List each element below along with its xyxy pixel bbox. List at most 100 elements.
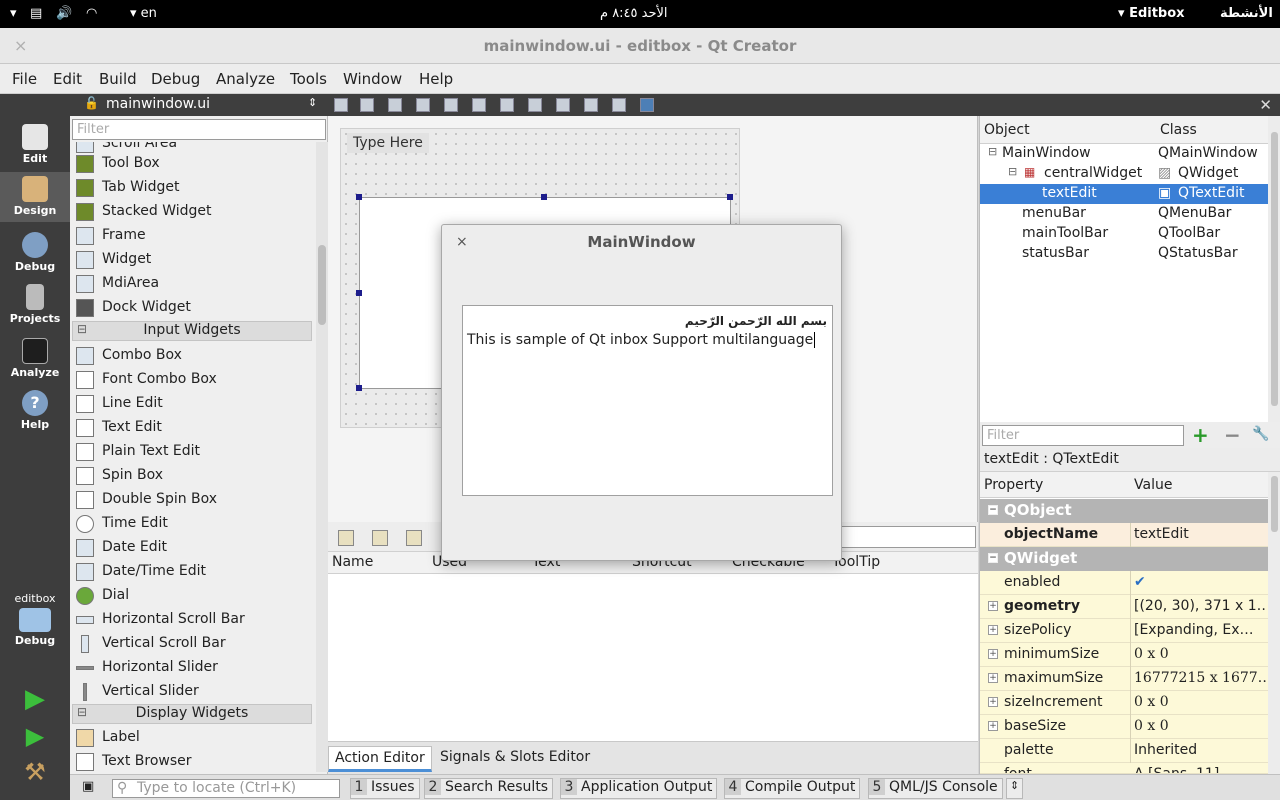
resize-handle[interactable] — [356, 194, 362, 200]
property-editor-scrollbar[interactable] — [1268, 472, 1280, 774]
resize-handle[interactable] — [356, 290, 362, 296]
clock[interactable]: الأحد ٨:٤٥ م — [600, 6, 668, 21]
tab-signals-slots[interactable]: Signals & Slots Editor — [434, 746, 596, 772]
list-item[interactable]: Frame — [70, 224, 316, 248]
wifi-icon[interactable]: ◠ — [86, 6, 97, 21]
list-item[interactable]: Combo Box — [70, 344, 316, 368]
list-item[interactable]: Date Edit — [70, 536, 316, 560]
close-editor-icon[interactable]: ✕ — [1259, 96, 1272, 114]
menu-analyze[interactable]: Analyze — [216, 70, 275, 88]
list-item[interactable]: Stacked Widget — [70, 200, 316, 224]
widget-box-scrollbar[interactable] — [316, 142, 328, 772]
list-item[interactable]: Horizontal Scroll Bar — [70, 608, 316, 632]
tree-row[interactable]: statusBar QStatusBar — [980, 244, 1268, 264]
dialog-close-icon[interactable]: × — [456, 234, 468, 250]
paste-action-icon[interactable] — [406, 530, 422, 546]
property-row[interactable]: + geometry [(20, 30), 371 x 1… — [980, 595, 1268, 619]
mode-projects[interactable]: Projects — [0, 284, 70, 325]
resize-handle[interactable] — [727, 194, 733, 200]
mainwindow-dialog[interactable]: MainWindow × بسم الله الرّحمن الرّحيم Th… — [441, 224, 842, 561]
layout-horizontal-icon[interactable] — [444, 98, 458, 112]
property-row[interactable]: + baseSize 0 x 0 — [980, 715, 1268, 739]
remove-property-icon[interactable]: − — [1224, 423, 1241, 447]
open-file-selector[interactable]: 🔓 mainwindow.ui ⇕ — [70, 94, 328, 116]
property-row[interactable]: objectName textEdit — [980, 523, 1268, 547]
property-filter-input[interactable]: Filter — [982, 425, 1184, 446]
object-inspector-scrollbar[interactable] — [1268, 116, 1280, 422]
mode-help[interactable]: ? Help — [0, 390, 70, 431]
expand-icon[interactable]: + — [988, 625, 998, 635]
edit-tab-order-icon[interactable] — [416, 98, 430, 112]
list-item[interactable]: Label — [70, 726, 316, 750]
list-item[interactable]: Dial — [70, 584, 316, 608]
menu-window[interactable]: Window — [343, 70, 402, 88]
text-edit[interactable]: بسم الله الرّحمن الرّحيم This is sample … — [462, 305, 833, 496]
menu-arrow-icon[interactable]: ▾ — [10, 6, 17, 21]
tree-row[interactable]: menuBar QMenuBar — [980, 204, 1268, 224]
edit-signals-icon[interactable] — [360, 98, 374, 112]
menu-help[interactable]: Help — [419, 70, 453, 88]
run-button[interactable]: ▶ — [0, 684, 70, 714]
mode-analyze[interactable]: Analyze — [0, 338, 70, 379]
category-display-widgets[interactable]: ⊟ Display Widgets — [72, 704, 312, 724]
scrollbar-thumb[interactable] — [1271, 476, 1278, 532]
layout-splitter-v-icon[interactable] — [528, 98, 542, 112]
pane-search-results[interactable]: 2 Search Results — [424, 778, 554, 799]
property-row[interactable]: font A [Sans, 11] — [980, 763, 1268, 774]
layout-splitter-h-icon[interactable] — [500, 98, 514, 112]
list-item[interactable]: Vertical Scroll Bar — [70, 632, 316, 656]
menu-type-here[interactable]: Type Here — [347, 133, 429, 153]
expand-icon[interactable]: + — [988, 673, 998, 683]
activities-button[interactable]: الأنشطة — [1220, 6, 1273, 21]
list-item[interactable]: Dock Widget — [70, 296, 316, 320]
new-action-icon[interactable] — [338, 530, 354, 546]
list-item[interactable]: Widget — [70, 248, 316, 272]
tree-row[interactable]: mainToolBar QToolBar — [980, 224, 1268, 244]
tree-row-selected[interactable]: textEdit ▣ QTextEdit — [980, 184, 1268, 204]
property-group-qobject[interactable]: − QObject — [980, 499, 1268, 523]
pane-compile-output[interactable]: 4 Compile Output — [724, 778, 861, 799]
mode-design[interactable]: Design — [0, 172, 70, 222]
adjust-size-icon[interactable] — [640, 98, 654, 112]
pane-issues[interactable]: 1 Issues — [350, 778, 420, 799]
list-item[interactable]: Double Spin Box — [70, 488, 316, 512]
list-item[interactable]: Spin Box — [70, 464, 316, 488]
property-row[interactable]: + sizePolicy [Expanding, Ex… — [980, 619, 1268, 643]
expand-icon[interactable]: + — [988, 697, 998, 707]
scrollbar-thumb[interactable] — [1271, 132, 1278, 406]
keyboard-layout[interactable]: ▾ en — [130, 6, 157, 21]
column-object[interactable]: Object — [984, 122, 1030, 138]
column-property[interactable]: Property — [984, 477, 1043, 493]
app-menu[interactable]: ▾ Editbox — [1118, 6, 1185, 21]
column-value[interactable]: Value — [1134, 477, 1172, 493]
expand-icon[interactable]: + — [988, 601, 998, 611]
column-name[interactable]: Name — [332, 554, 373, 570]
menu-build[interactable]: Build — [99, 70, 137, 88]
build-button[interactable]: ⚒ — [0, 758, 70, 786]
list-item[interactable]: MdiArea — [70, 272, 316, 296]
scrollbar-thumb[interactable] — [318, 245, 326, 325]
edit-widgets-icon[interactable] — [334, 98, 348, 112]
copy-action-icon[interactable] — [372, 530, 388, 546]
layout-grid-icon[interactable] — [556, 98, 570, 112]
tree-row[interactable]: ⊟ MainWindow QMainWindow — [980, 144, 1268, 164]
resize-handle[interactable] — [541, 194, 547, 200]
pane-application-output[interactable]: 3 Application Output — [560, 778, 718, 799]
expand-icon[interactable]: + — [988, 649, 998, 659]
list-item[interactable]: Time Edit — [70, 512, 316, 536]
property-row[interactable]: + sizeIncrement 0 x 0 — [980, 691, 1268, 715]
mode-edit[interactable]: Edit — [0, 124, 70, 165]
list-item[interactable]: Vertical Slider — [70, 680, 316, 704]
tree-row[interactable]: ⊟ ▦ centralWidget ▨ QWidget — [980, 164, 1268, 184]
tab-action-editor[interactable]: Action Editor — [328, 746, 432, 772]
volume-icon[interactable]: 🔊 — [56, 6, 72, 21]
locator-input[interactable]: ⚲ Type to locate (Ctrl+K) — [112, 779, 340, 798]
widget-filter-input[interactable]: Filter — [72, 119, 326, 140]
add-property-icon[interactable]: + — [1192, 423, 1209, 447]
list-item[interactable]: Date/Time Edit — [70, 560, 316, 584]
mode-debug[interactable]: Debug — [0, 232, 70, 273]
layout-form-icon[interactable] — [584, 98, 598, 112]
layout-vertical-icon[interactable] — [472, 98, 486, 112]
enabled-checkbox[interactable]: ✔ — [1134, 574, 1266, 590]
property-row[interactable]: enabled ✔ — [980, 571, 1268, 595]
